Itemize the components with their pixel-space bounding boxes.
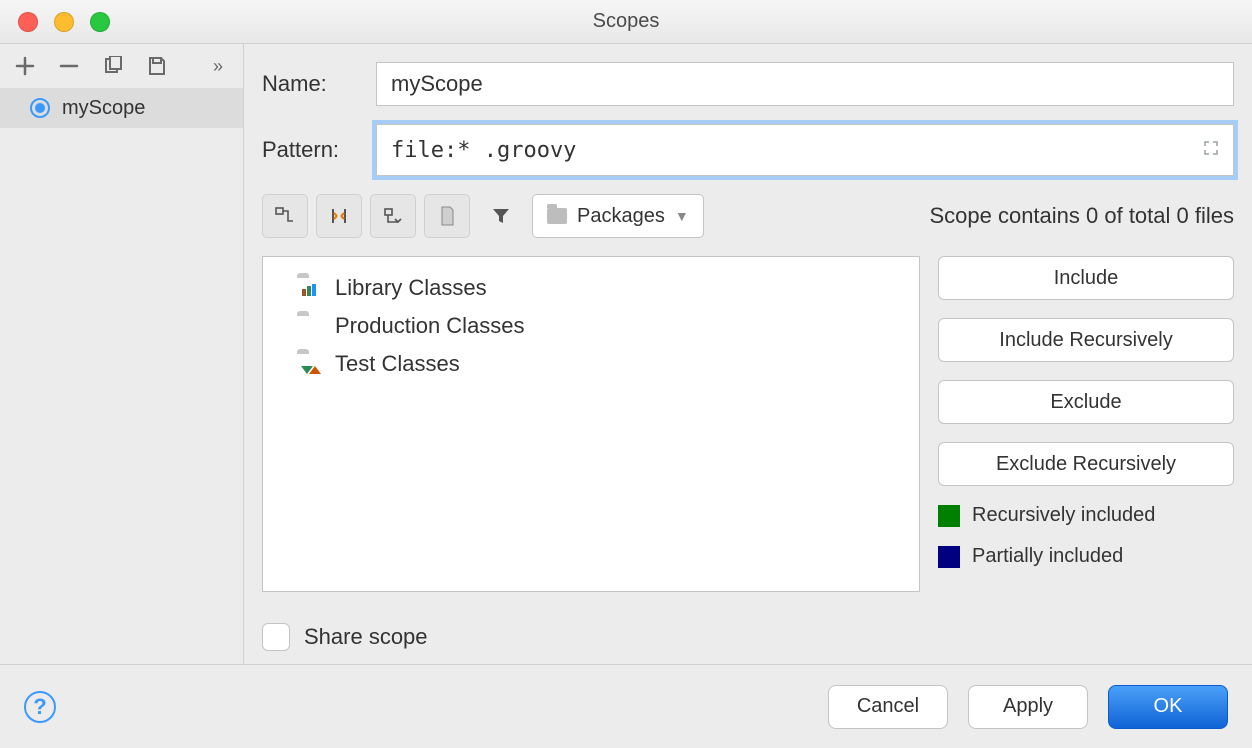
sidebar-toolbar: » <box>0 44 243 88</box>
mid-area: Library Classes Production Classes Test … <box>262 256 1234 592</box>
sidebar: » myScope <box>0 44 244 664</box>
tool-row: Packages ▼ Scope contains 0 of total 0 f… <box>262 194 1234 238</box>
apply-button[interactable]: Apply <box>968 685 1088 729</box>
scope-type-dropdown[interactable]: Packages ▼ <box>532 194 704 238</box>
group-by-button[interactable] <box>424 194 470 238</box>
tree-item-label: Production Classes <box>335 313 525 339</box>
scope-actions: Include Include Recursively Exclude Excl… <box>938 256 1234 592</box>
collapse-all-button[interactable] <box>316 194 362 238</box>
pattern-input[interactable]: file:* .groovy <box>376 124 1234 176</box>
add-scope-button[interactable] <box>14 55 36 77</box>
legend-color-partial <box>938 546 960 568</box>
status-text: Scope contains 0 of total 0 files <box>929 203 1234 229</box>
expand-icon[interactable] <box>1203 140 1219 160</box>
folder-icon <box>297 316 323 336</box>
close-window-button[interactable] <box>18 12 38 32</box>
filter-button[interactable] <box>478 194 524 238</box>
legend-label: Partially included <box>972 545 1123 568</box>
scope-type-label: Packages <box>577 205 665 228</box>
pattern-row: Pattern: file:* .groovy <box>262 124 1234 176</box>
cancel-button[interactable]: Cancel <box>828 685 948 729</box>
scope-item-myscope[interactable]: myScope <box>0 88 243 128</box>
window-title: Scopes <box>0 10 1252 33</box>
scope-item-label: myScope <box>62 97 145 120</box>
tree[interactable]: Library Classes Production Classes Test … <box>262 256 920 592</box>
include-recursively-button[interactable]: Include Recursively <box>938 318 1234 362</box>
test-folder-icon <box>297 354 323 374</box>
share-scope-label: Share scope <box>304 624 428 650</box>
footer: ? Cancel Apply OK <box>0 664 1252 748</box>
share-row: Share scope <box>262 610 1234 664</box>
save-scope-button[interactable] <box>146 55 168 77</box>
show-files-button[interactable] <box>370 194 416 238</box>
expand-all-button[interactable] <box>262 194 308 238</box>
library-folder-icon <box>297 278 323 298</box>
zoom-window-button[interactable] <box>90 12 110 32</box>
footer-buttons: Cancel Apply OK <box>828 685 1228 729</box>
help-button[interactable]: ? <box>24 691 56 723</box>
tree-item-label: Library Classes <box>335 275 487 301</box>
include-button[interactable]: Include <box>938 256 1234 300</box>
share-scope-checkbox[interactable] <box>262 623 290 651</box>
name-input[interactable] <box>376 62 1234 106</box>
titlebar: Scopes <box>0 0 1252 44</box>
scope-radio-icon <box>30 98 50 118</box>
folder-icon <box>547 208 567 224</box>
more-actions-button[interactable]: » <box>207 55 229 77</box>
chevron-down-icon: ▼ <box>675 208 689 224</box>
tree-item-library-classes[interactable]: Library Classes <box>263 269 919 307</box>
pattern-label: Pattern: <box>262 137 354 163</box>
legend-color-recursive <box>938 505 960 527</box>
window-controls <box>0 12 110 32</box>
tree-item-production-classes[interactable]: Production Classes <box>263 307 919 345</box>
legend-partial: Partially included <box>938 545 1234 568</box>
exclude-button[interactable]: Exclude <box>938 380 1234 424</box>
name-label: Name: <box>262 71 354 97</box>
tree-item-label: Test Classes <box>335 351 460 377</box>
copy-scope-button[interactable] <box>102 55 124 77</box>
remove-scope-button[interactable] <box>58 55 80 77</box>
exclude-recursively-button[interactable]: Exclude Recursively <box>938 442 1234 486</box>
main-panel: Name: Pattern: file:* .groovy <box>244 44 1252 664</box>
tree-item-test-classes[interactable]: Test Classes <box>263 345 919 383</box>
pattern-value: file:* .groovy <box>391 138 576 163</box>
minimize-window-button[interactable] <box>54 12 74 32</box>
ok-button[interactable]: OK <box>1108 685 1228 729</box>
legend-label: Recursively included <box>972 504 1155 527</box>
legend-recursive: Recursively included <box>938 504 1234 527</box>
name-row: Name: <box>262 62 1234 106</box>
scope-list: myScope <box>0 88 243 664</box>
